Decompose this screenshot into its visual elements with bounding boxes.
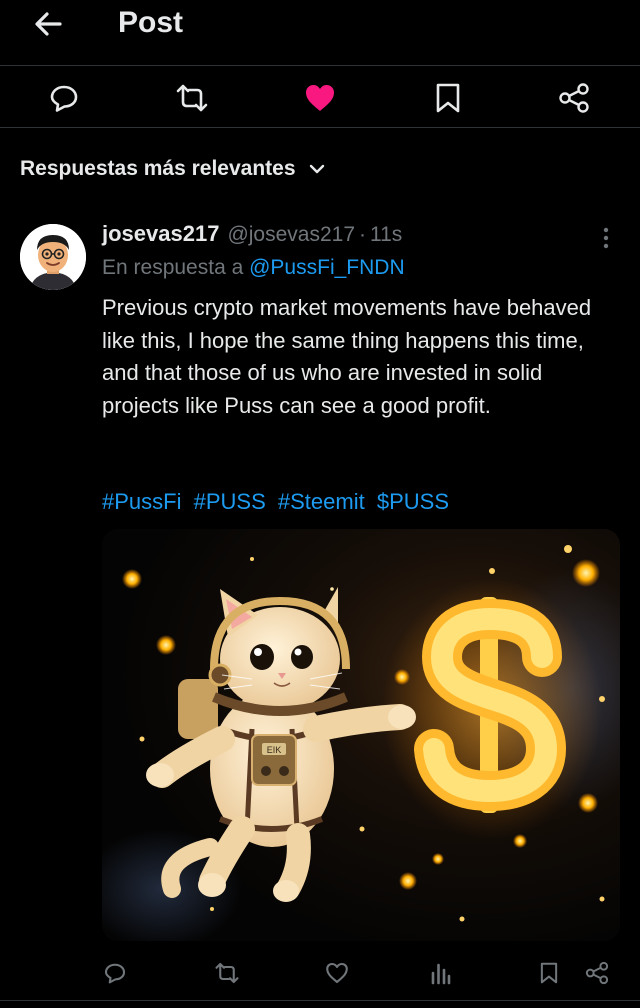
user-handle[interactable]: @josevas217 — [227, 223, 355, 247]
reply-button[interactable] — [98, 956, 132, 990]
reply-icon — [50, 85, 78, 112]
more-options-button[interactable] — [594, 222, 618, 254]
repost-icon — [176, 84, 208, 112]
views-icon — [431, 963, 451, 985]
suit-badge: EIK — [267, 745, 282, 755]
back-button[interactable] — [28, 6, 68, 42]
bookmark-icon — [540, 962, 558, 984]
post-image[interactable]: EIK — [102, 529, 620, 941]
share-button[interactable] — [552, 76, 596, 120]
divider — [0, 1000, 640, 1001]
reply-text: Previous crypto market movements have be… — [102, 295, 592, 418]
share-icon — [585, 961, 609, 985]
repost-icon — [215, 962, 239, 984]
hashtag-list: #PussFi #PUSS #Steemit $PUSS — [102, 486, 455, 518]
bookmark-icon — [436, 83, 460, 113]
bookmark-button[interactable] — [426, 76, 470, 120]
repost-button[interactable] — [210, 956, 244, 990]
views-button[interactable] — [424, 956, 458, 990]
like-button[interactable] — [298, 76, 342, 120]
chevron-down-icon — [308, 162, 326, 176]
share-button[interactable] — [580, 956, 614, 990]
reply-action-bar — [0, 948, 640, 994]
in-reply-prefix: En respuesta a — [102, 256, 244, 279]
bookmark-button[interactable] — [532, 956, 566, 990]
reply-header: josevas217 @josevas217 · 11s — [102, 221, 402, 253]
in-reply-to-line: En respuesta a @PussFi_FNDN — [102, 256, 405, 280]
reply-button[interactable] — [42, 76, 86, 120]
page-title: Post — [118, 6, 184, 39]
post-action-bar — [0, 66, 640, 128]
like-button[interactable] — [320, 956, 354, 990]
top-app-bar: Post — [0, 0, 640, 66]
replies-sort-dropdown[interactable]: Respuestas más relevantes — [20, 153, 326, 185]
hashtag-link[interactable]: #Steemit — [278, 489, 365, 514]
separator-dot: · — [359, 223, 366, 246]
reply-icon — [104, 963, 126, 984]
hashtag-link[interactable]: #PussFi — [102, 489, 181, 514]
avatar[interactable] — [20, 224, 86, 290]
sort-label: Respuestas más relevantes — [20, 157, 296, 180]
display-name[interactable]: josevas217 — [102, 221, 219, 247]
repost-button[interactable] — [170, 76, 214, 120]
hashtag-link[interactable]: #PUSS — [194, 489, 266, 514]
cashtag-link[interactable]: $PUSS — [377, 489, 449, 514]
share-icon — [559, 83, 589, 113]
heart-filled-icon — [306, 85, 334, 111]
reply-mention-link[interactable]: @PussFi_FNDN — [249, 256, 405, 279]
more-vertical-icon — [603, 227, 609, 249]
timestamp[interactable]: 11s — [370, 223, 402, 247]
heart-icon — [326, 962, 348, 984]
arrow-left-icon — [35, 12, 62, 36]
